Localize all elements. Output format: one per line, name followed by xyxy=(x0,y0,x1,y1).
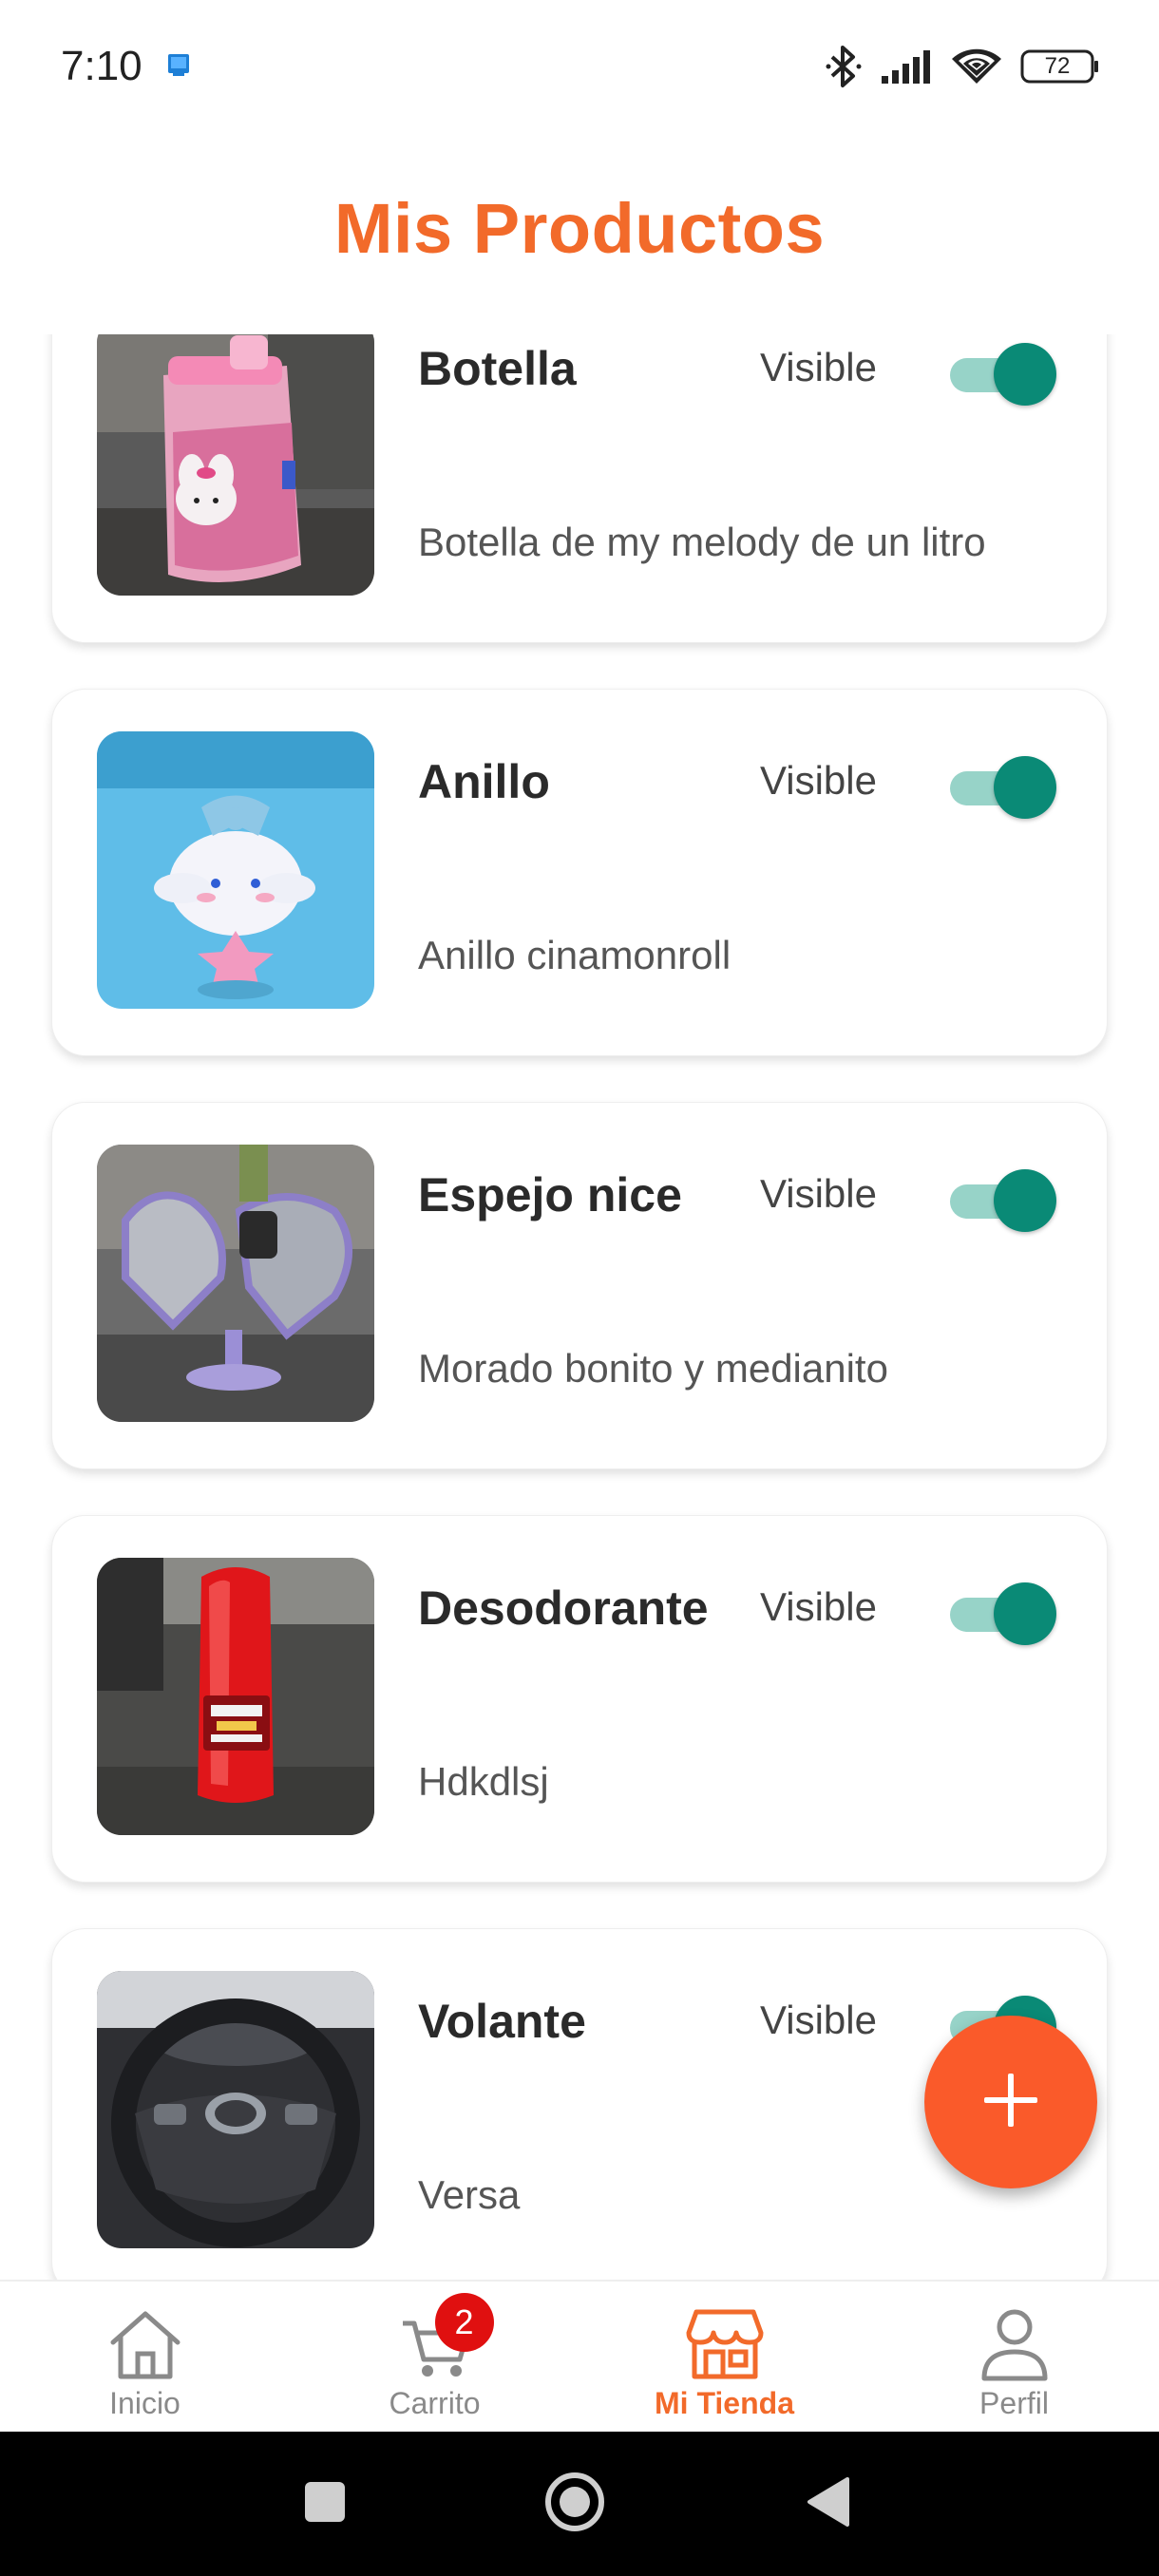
battery-level: 72 xyxy=(1044,53,1071,79)
app-notification-icon xyxy=(165,51,192,83)
product-image xyxy=(97,1145,374,1422)
back-triangle-icon xyxy=(806,2475,851,2533)
product-description: Versa xyxy=(418,2172,521,2217)
product-card[interactable]: Espejo nice Visible Morado bonito y medi… xyxy=(51,1102,1108,1469)
visibility-label: Visible xyxy=(760,1998,877,2042)
toggle-knob xyxy=(994,756,1056,819)
nav-item-carrito[interactable]: 2 Carrito xyxy=(290,2282,580,2434)
bluetooth-icon xyxy=(825,44,863,89)
toggle-knob xyxy=(994,343,1056,406)
person-icon xyxy=(978,2306,1051,2382)
product-description: Hdkdlsj xyxy=(418,1759,549,1804)
nav-item-perfil[interactable]: Perfil xyxy=(869,2282,1159,2434)
page-title: Mis Productos xyxy=(333,188,826,268)
product-card[interactable]: Anillo Visible Anillo cinamonroll xyxy=(51,689,1108,1056)
app-screen: 7:10 72 Mis Productos Botella Visible Bo… xyxy=(0,0,1159,2576)
product-image xyxy=(97,731,374,1009)
nav-label: Perfil xyxy=(979,2386,1049,2420)
signal-icon xyxy=(880,47,933,85)
battery-icon: 72 xyxy=(1020,47,1100,85)
product-list-content: Botella Visible Botella de my melody de … xyxy=(0,334,1159,2280)
product-description: Anillo cinamonroll xyxy=(418,933,732,977)
visibility-toggle[interactable] xyxy=(950,756,1056,819)
circle-icon xyxy=(543,2471,606,2538)
store-icon xyxy=(685,2306,765,2382)
add-product-button[interactable] xyxy=(924,2016,1097,2188)
product-description: Morado bonito y medianito xyxy=(418,1346,888,1391)
visibility-label: Visible xyxy=(760,345,877,389)
visibility-toggle[interactable] xyxy=(950,1169,1056,1232)
toggle-knob xyxy=(994,1582,1056,1645)
product-name: Botella xyxy=(418,342,577,395)
home-button[interactable] xyxy=(542,2432,608,2576)
product-list[interactable]: Botella Visible Botella de my melody de … xyxy=(0,334,1159,2280)
product-name: Espejo nice xyxy=(418,1168,682,1222)
product-image xyxy=(97,1558,374,1835)
product-image xyxy=(97,1971,374,2248)
recents-button[interactable] xyxy=(296,2432,353,2576)
status-left: 7:10 xyxy=(61,43,192,90)
visibility-label: Visible xyxy=(760,1584,877,1629)
system-nav-bar xyxy=(0,2432,1159,2576)
product-name: Volante xyxy=(418,1995,586,2048)
square-icon xyxy=(303,2480,347,2529)
product-card[interactable]: Desodorante Visible Hdkdlsj xyxy=(51,1515,1108,1883)
cart-badge: 2 xyxy=(434,2293,494,2352)
nav-item-mi-tienda[interactable]: Mi Tienda xyxy=(580,2282,869,2434)
cart-icon: 2 xyxy=(397,2293,494,2382)
visibility-toggle[interactable] xyxy=(950,1582,1056,1645)
nav-label: Carrito xyxy=(389,2386,481,2420)
visibility-toggle[interactable] xyxy=(950,343,1056,406)
product-image xyxy=(97,334,374,596)
visibility-label: Visible xyxy=(760,1171,877,1216)
product-name: Desodorante xyxy=(418,1582,709,1635)
status-right: 72 xyxy=(825,44,1100,89)
status-bar: 7:10 72 xyxy=(0,0,1159,133)
nav-item-inicio[interactable]: Inicio xyxy=(0,2282,290,2434)
toggle-knob xyxy=(994,1169,1056,1232)
product-card[interactable]: Botella Visible Botella de my melody de … xyxy=(51,334,1108,643)
nav-label: Inicio xyxy=(109,2386,180,2420)
product-description: Botella de my melody de un litro xyxy=(418,520,986,564)
nav-label: Mi Tienda xyxy=(655,2386,794,2420)
visibility-label: Visible xyxy=(760,758,877,803)
home-icon xyxy=(105,2306,185,2382)
product-name: Anillo xyxy=(418,755,550,808)
back-button[interactable] xyxy=(800,2432,857,2576)
plus-icon xyxy=(982,2072,1039,2133)
status-time: 7:10 xyxy=(61,43,142,89)
bottom-nav: Inicio 2 Carrito Mi Tienda Perfil xyxy=(0,2280,1159,2432)
wifi-icon xyxy=(950,46,1003,87)
header: Mis Productos xyxy=(0,171,1159,285)
